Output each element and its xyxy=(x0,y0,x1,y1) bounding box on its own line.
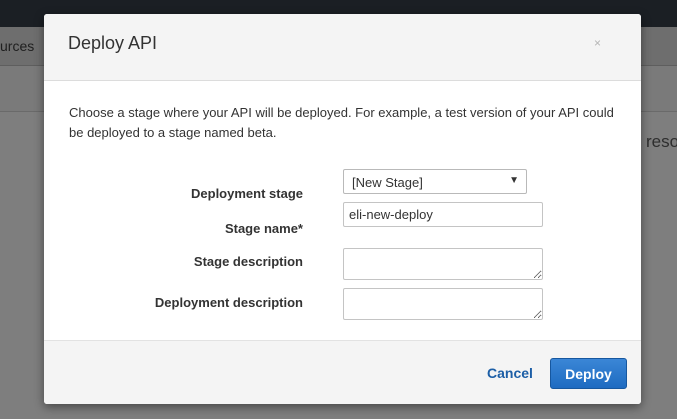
dialog-title: Deploy API xyxy=(68,33,158,53)
stage-name-label: Stage name* xyxy=(224,221,303,236)
close-icon[interactable]: × xyxy=(594,36,601,50)
dialog-body: Choose a stage where your API will be de… xyxy=(44,81,641,339)
cancel-button[interactable]: Cancel xyxy=(487,365,533,381)
chevron-down-icon: ▼ xyxy=(509,175,519,186)
deploy-api-dialog: Deploy API × Choose a stage where your A… xyxy=(44,14,641,404)
deploy-button[interactable]: Deploy xyxy=(550,358,627,389)
deployment-stage-value: [New Stage] xyxy=(352,175,423,190)
deployment-stage-label: Deployment stage xyxy=(191,186,303,201)
deployment-description-textarea[interactable] xyxy=(343,288,543,320)
background-tab-label: urces xyxy=(0,38,35,54)
stage-description-textarea[interactable] xyxy=(343,248,543,280)
dialog-header: Deploy API × xyxy=(44,14,641,81)
stage-description-label: Stage description xyxy=(193,254,303,269)
dialog-footer: Cancel Deploy xyxy=(44,340,641,404)
deployment-stage-select[interactable]: [New Stage] ▼ xyxy=(343,169,527,194)
dialog-intro-text: Choose a stage where your API will be de… xyxy=(69,105,614,140)
stage-name-input[interactable] xyxy=(343,202,543,227)
background-side-text: reso xyxy=(646,132,677,151)
deployment-description-label: Deployment description xyxy=(154,295,303,310)
